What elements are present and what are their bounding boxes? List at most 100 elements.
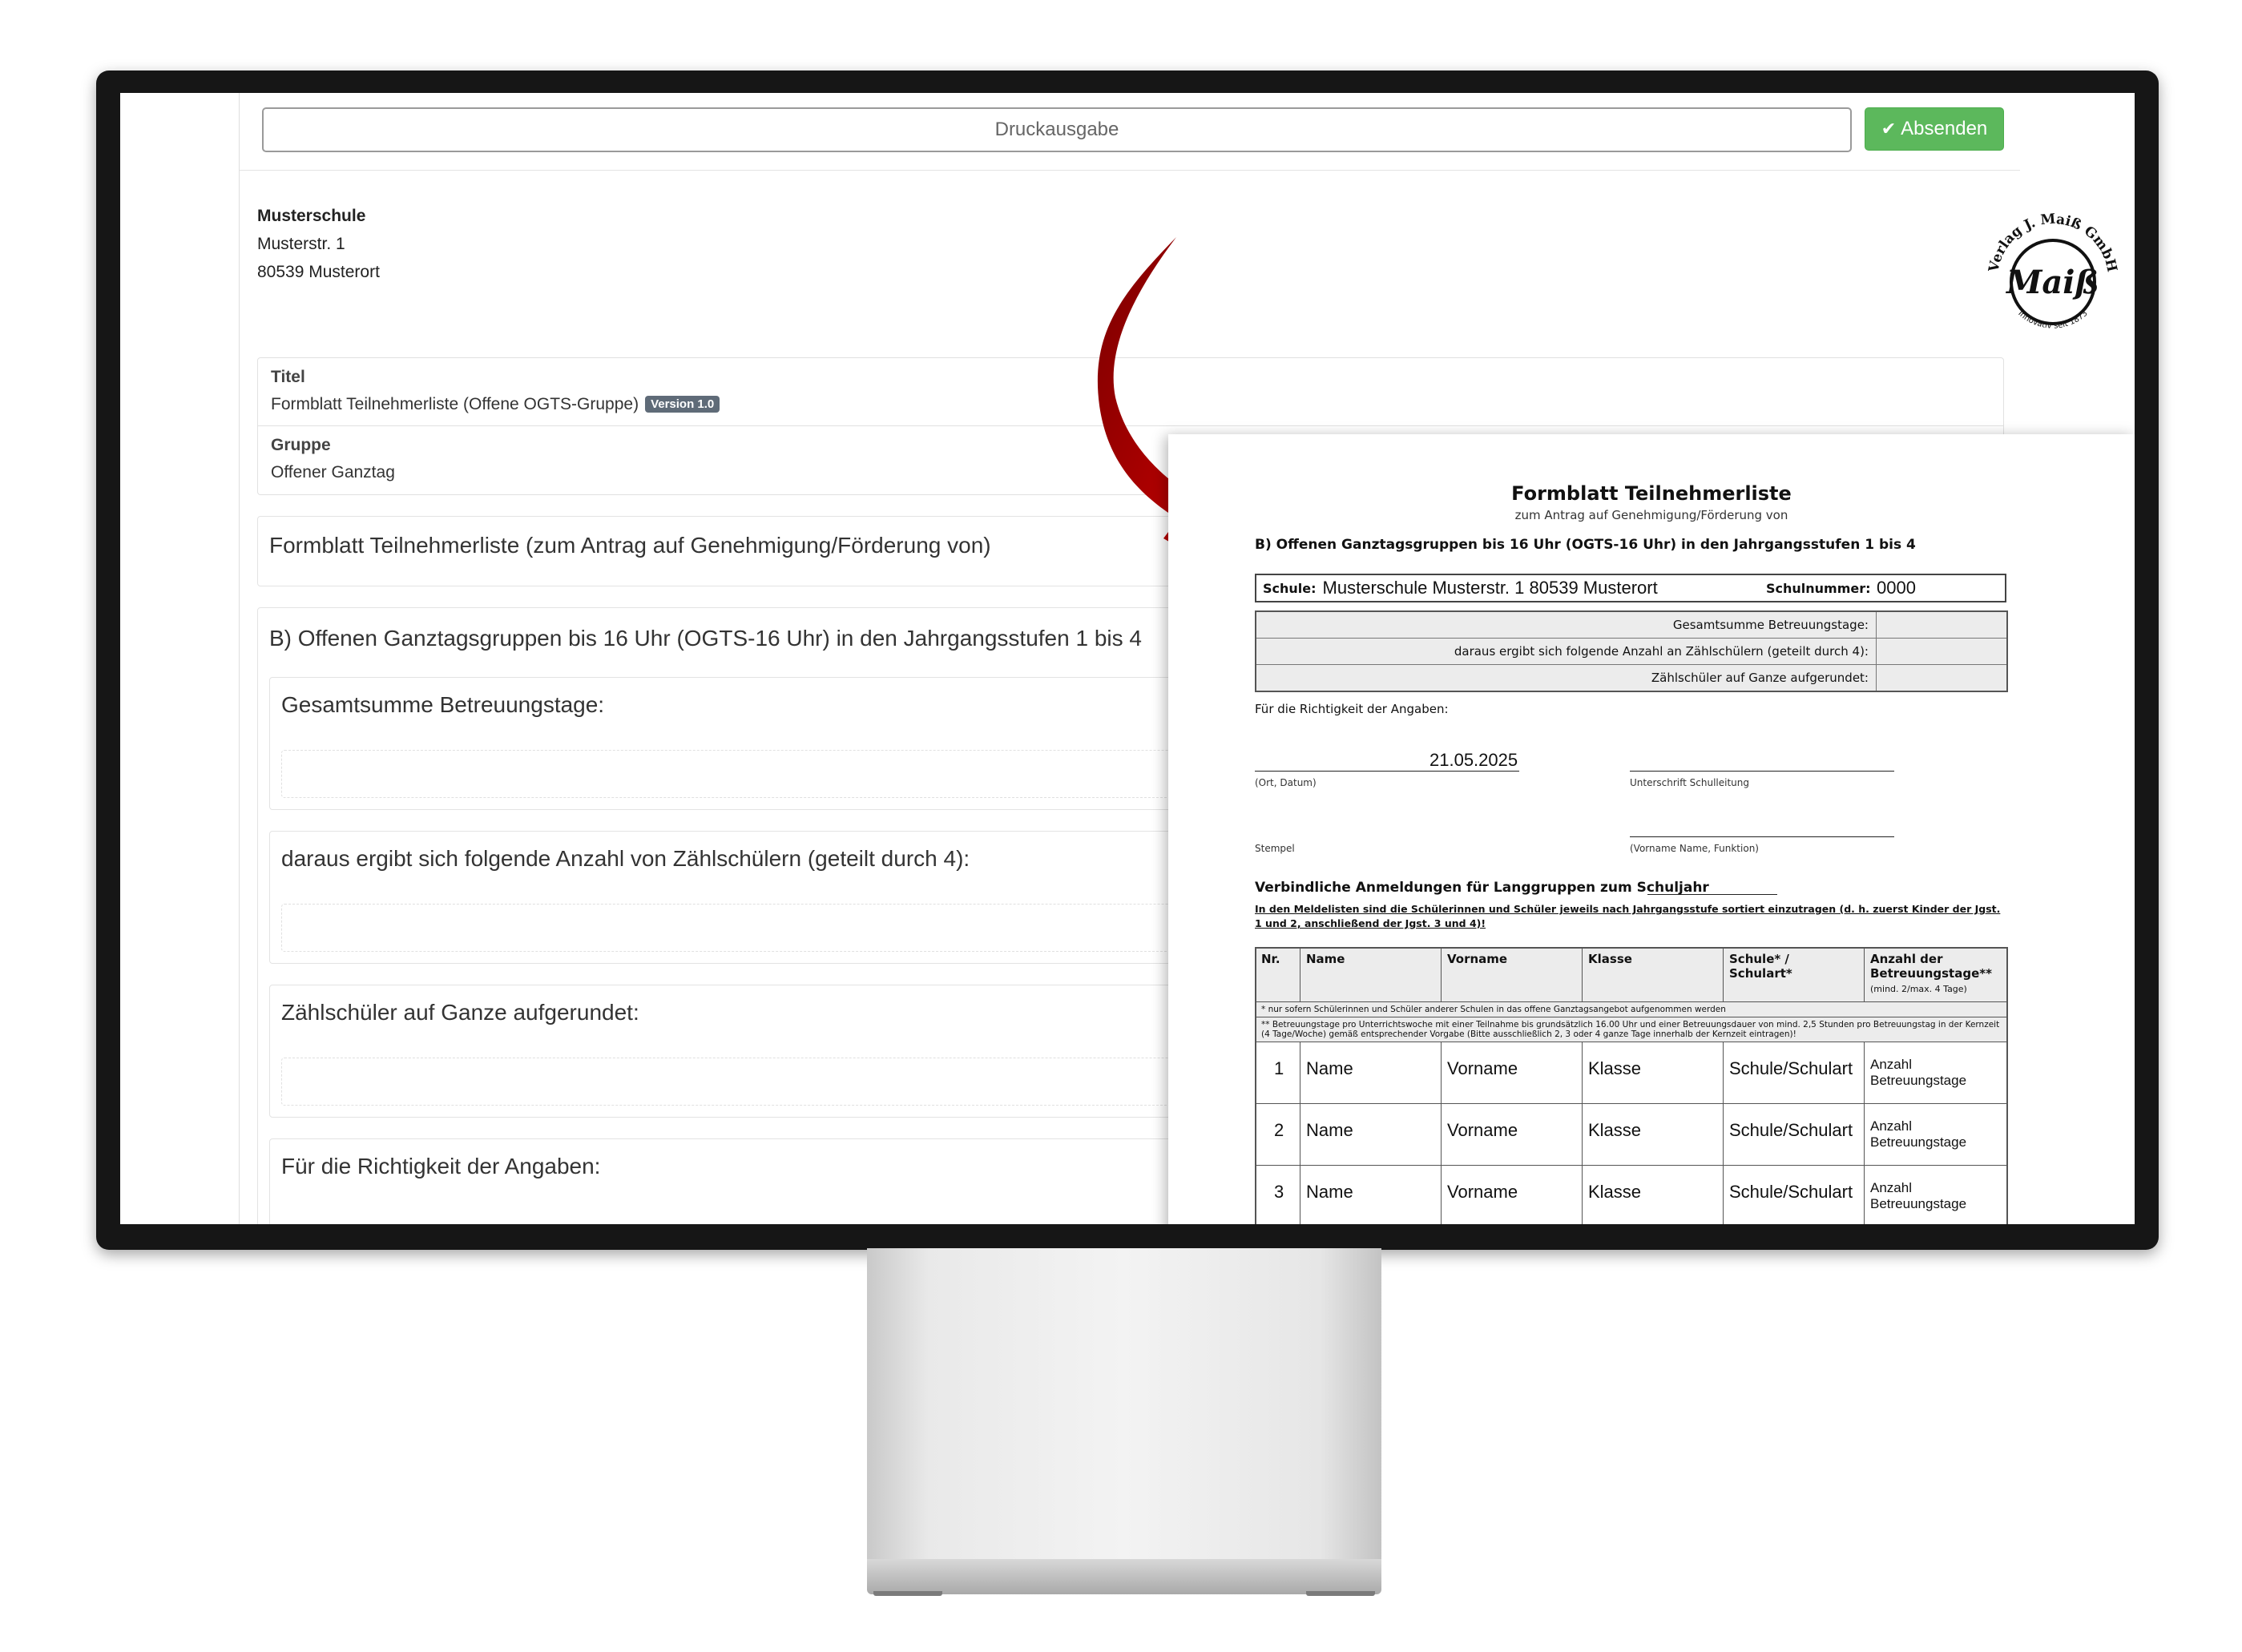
col-divider: [1582, 1042, 1583, 1103]
col-divider: [1441, 1104, 1442, 1165]
cell-anzahl: Anzahl Betreuungstage: [1870, 1118, 1966, 1150]
print-output-label: Druckausgabe: [994, 119, 1119, 140]
th-schule-line2: Schulart*: [1729, 966, 1792, 981]
school-name: Musterschule: [257, 207, 366, 225]
meta-title-label: Titel: [271, 368, 305, 386]
col-divider: [1864, 1166, 1865, 1224]
field-aufgerundet-label: Zählschüler auf Ganze aufgerundet:: [281, 1000, 639, 1025]
doc-ort-datum: (Ort, Datum): [1255, 777, 1317, 788]
table-row: 3 Name Vorname Klasse Schule/Schulart An…: [1256, 1166, 2006, 1224]
doc-summary-text: daraus ergibt sich folgende Anzahl an Zä…: [1454, 644, 1869, 659]
school-address: Musterschule Musterstr. 1 80539 Musteror…: [257, 202, 380, 286]
doc-school-box: Schule: Musterschule Musterstr. 1 80539 …: [1255, 574, 2006, 602]
cell-nr: 2: [1274, 1120, 1284, 1140]
meta-group-label: Gruppe: [271, 436, 331, 454]
doc-subtitle: zum Antrag auf Genehmigung/Förderung von: [1514, 508, 1788, 522]
col-divider: [1723, 1166, 1724, 1224]
submit-label: Absenden: [1901, 118, 1988, 139]
meta-group-value: Offener Ganztag: [271, 463, 395, 481]
cell-klasse: Klasse: [1588, 1120, 1642, 1140]
school-street: Musterstr. 1: [257, 235, 345, 253]
col-divider: [1441, 1166, 1442, 1224]
col-divider: [1864, 949, 1865, 1001]
col-divider: [1723, 949, 1724, 1001]
col-divider: [1723, 1042, 1724, 1103]
doc-verbindlich: Verbindliche Anmeldungen für Langgruppen…: [1255, 880, 1709, 896]
form-name: Formblatt Teilnehmerliste (Offene OGTS-G…: [271, 395, 639, 413]
cell-nr: 1: [1274, 1058, 1284, 1078]
doc-participant-table: Nr. Name Vorname Klasse Schule* / Schular…: [1255, 947, 2008, 1224]
cell-name: Name: [1306, 1058, 1353, 1078]
monitor-stand: [867, 1248, 1381, 1572]
doc-note-1: * nur sofern Schülerinnen und Schüler an…: [1256, 1002, 2006, 1017]
doc-section: B) Offenen Ganztagsgruppen bis 16 Uhr (O…: [1255, 537, 1916, 553]
doc-summary-text: Zählschüler auf Ganze aufgerundet:: [1651, 671, 1869, 685]
th-vorname: Vorname: [1447, 952, 1508, 966]
field-richtigkeit-label: Für die Richtigkeit der Angaben:: [281, 1154, 601, 1179]
cell-vorname: Vorname: [1447, 1120, 1518, 1140]
submit-button[interactable]: ✔ Absenden: [1865, 107, 2004, 151]
cell-anzahl-line1: Anzahl: [1870, 1180, 1912, 1195]
cell-anzahl-line2: Betreuungstage: [1870, 1196, 1967, 1211]
col-divider: [1441, 1042, 1442, 1103]
cell-anzahl-line2: Betreuungstage: [1870, 1134, 1967, 1150]
cell-vorname: Vorname: [1447, 1058, 1518, 1078]
cell-schule: Schule/Schulart: [1729, 1182, 1853, 1202]
doc-schoolnr-value: 0000: [1877, 578, 1916, 598]
stand-foot-right: [1306, 1591, 1375, 1596]
doc-title: Formblatt Teilnehmerliste: [1511, 482, 1792, 505]
th-name: Name: [1306, 952, 1345, 966]
table-row: 1 Name Vorname Klasse Schule/Schulart An…: [1256, 1042, 2006, 1104]
name-function-line: [1630, 836, 1894, 837]
th-klasse: Klasse: [1588, 952, 1632, 966]
cell-anzahl-line1: Anzahl: [1870, 1118, 1912, 1134]
col-divider: [1582, 1166, 1583, 1224]
doc-richtigkeit: Für die Richtigkeit der Angaben:: [1255, 702, 1449, 716]
stand-foot-left: [873, 1591, 942, 1596]
cell-anzahl: Anzahl Betreuungstage: [1870, 1180, 1966, 1212]
doc-summary-cell: [1876, 665, 2006, 691]
th-anzahl-line3: (mind. 2/max. 4 Tage): [1870, 984, 1967, 994]
version-badge: Version 1.0: [645, 396, 720, 413]
cell-anzahl: Anzahl Betreuungstage: [1870, 1057, 1966, 1089]
table-row: 2 Name Vorname Klasse Schule/Schulart An…: [1256, 1104, 2006, 1166]
doc-summary-cell: [1876, 639, 2006, 664]
col-divider: [1723, 1104, 1724, 1165]
cell-anzahl-line1: Anzahl: [1870, 1057, 1912, 1072]
field-zaehlschueler-label: daraus ergibt sich folgende Anzahl von Z…: [281, 846, 970, 871]
publisher-logo: Verlag J. Maiß GmbH Maiß Innovativ seit …: [1986, 211, 2119, 331]
doc-unterschrift: Unterschrift Schulleitung: [1630, 777, 1750, 788]
th-anzahl-line2: Betreuungstage**: [1870, 966, 1992, 981]
toolbar: Druckausgabe ✔ Absenden: [240, 93, 2020, 171]
doc-hint: In den Meldelisten sind die Schülerinnen…: [1255, 903, 2001, 929]
col-divider: [1582, 1104, 1583, 1165]
cell-schule: Schule/Schulart: [1729, 1058, 1853, 1078]
doc-schoolnr-label: Schulnummer:: [1766, 580, 1871, 596]
th-nr: Nr.: [1261, 952, 1280, 966]
cell-klasse: Klasse: [1588, 1058, 1642, 1078]
th-anzahl-line1: Anzahl der: [1870, 952, 1943, 966]
col-divider: [1864, 1042, 1865, 1103]
doc-table-header: Nr. Name Vorname Klasse Schule* / Schular…: [1256, 949, 2006, 1002]
print-output-button[interactable]: Druckausgabe: [262, 107, 1852, 152]
monitor-stand-base: [867, 1559, 1381, 1594]
schuljahr-line: [1647, 894, 1777, 895]
cell-schule: Schule/Schulart: [1729, 1120, 1853, 1140]
date-line: [1255, 771, 1519, 772]
doc-stempel: Stempel: [1255, 843, 1295, 854]
doc-summary-cell: [1876, 612, 2006, 638]
signature-line: [1630, 771, 1894, 772]
th-schule-line1: Schule* /: [1729, 952, 1789, 966]
cell-name: Name: [1306, 1182, 1353, 1202]
doc-summary-row: Gesamtsumme Betreuungstage:: [1256, 612, 2006, 639]
doc-summary-text: Gesamtsumme Betreuungstage:: [1672, 618, 1869, 632]
doc-date: 21.05.2025: [1429, 750, 1518, 770]
cell-name: Name: [1306, 1120, 1353, 1140]
th-anzahl: Anzahl der Betreuungstage** (mind. 2/max. …: [1870, 952, 1992, 997]
col-divider: [1441, 949, 1442, 1001]
doc-note-2: ** Betreuungstage pro Unterrichtswoche m…: [1256, 1017, 2006, 1042]
doc-summary-row: daraus ergibt sich folgende Anzahl an Zä…: [1256, 639, 2006, 665]
th-schule: Schule* / Schulart*: [1729, 952, 1792, 981]
check-icon: ✔: [1881, 119, 1897, 139]
logo-arc-bottom: Innovativ seit 1873: [2016, 309, 2089, 331]
